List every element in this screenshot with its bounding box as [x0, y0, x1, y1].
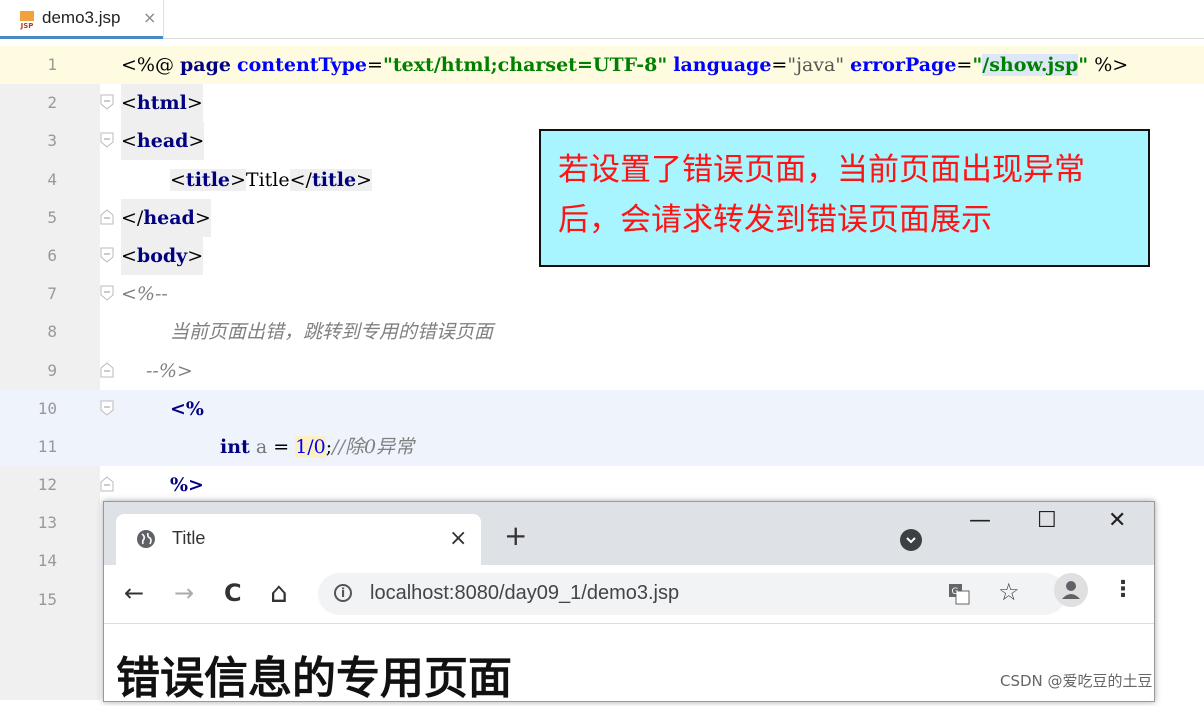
address-bar[interactable]: i localhost:8080/day09_1/demo3.jsp G ☆	[318, 573, 1066, 615]
fold-icon[interactable]	[100, 247, 114, 263]
line-number: 8	[47, 322, 57, 342]
code-text: int a = 1/0;//除0异常	[220, 435, 415, 458]
code-line-8: 8 当前页面出错，跳转到专用的错误页面	[0, 313, 1204, 351]
watermark: CSDN @爱吃豆的土豆	[1000, 672, 1153, 690]
line-number: 14	[37, 551, 57, 571]
browser-tab-label: Title	[172, 528, 206, 548]
back-button[interactable]: ←	[124, 579, 144, 607]
line-number: 11	[37, 436, 57, 456]
close-tab-icon[interactable]: ×	[449, 526, 467, 551]
line-number: 4	[47, 169, 57, 189]
line-number: 6	[47, 245, 57, 265]
fold-icon[interactable]	[100, 400, 114, 416]
browser-toolbar: ← → C ⌂ i localhost:8080/day09_1/demo3.j…	[104, 565, 1154, 624]
code-text: <body>	[121, 236, 204, 275]
home-button[interactable]: ⌂	[270, 579, 288, 607]
profile-avatar[interactable]	[1054, 573, 1088, 607]
info-icon[interactable]: i	[334, 584, 352, 602]
line-number: 5	[47, 207, 57, 227]
tab-demo3-jsp[interactable]: JSP demo3.jsp ×	[0, 0, 164, 39]
url-text: localhost:8080/day09_1/demo3.jsp	[370, 582, 680, 604]
reload-button[interactable]: C	[224, 579, 242, 607]
line-number: 9	[47, 360, 57, 380]
fold-icon[interactable]	[100, 285, 114, 301]
fold-icon[interactable]	[100, 361, 114, 378]
code-line-1: 1 <%@ page contentType="text/html;charse…	[0, 46, 1204, 85]
code-comment: 当前页面出错，跳转到专用的错误页面	[170, 321, 494, 344]
svg-text:JSP: JSP	[20, 22, 34, 30]
page-heading: 错误信息的专用页面	[116, 653, 512, 704]
close-window-button[interactable]: ✕	[1108, 508, 1126, 533]
code-text: <title>Title</title>	[170, 168, 372, 191]
svg-text:G: G	[952, 587, 959, 597]
line-number: 15	[37, 589, 57, 609]
line-number: 12	[37, 475, 57, 495]
code-line-10: 10 <%	[0, 389, 1204, 428]
fold-icon[interactable]	[100, 209, 114, 225]
line-number: 1	[47, 55, 57, 74]
browser-page-content: 错误信息的专用页面	[104, 624, 1154, 704]
fold-icon[interactable]	[100, 94, 114, 110]
code-line-2: 2 <html>	[0, 84, 1204, 123]
maximize-button[interactable]: ☐	[1037, 508, 1057, 533]
code-text: <html>	[121, 84, 203, 123]
code-text: <%@ page contentType="text/html;charset=…	[121, 54, 1129, 76]
bookmark-star-icon[interactable]: ☆	[998, 578, 1020, 606]
annotation-callout: 若设置了错误页面，当前页面出现异常后，会请求转发到错误页面展示	[539, 129, 1150, 267]
browser-window: Title × + — ☐ ✕ ← → C ⌂ i localhost:8080…	[103, 501, 1155, 704]
browser-menu-icon[interactable]: ⋮	[1112, 577, 1134, 602]
code-line-11: 11 int a = 1/0;//除0异常	[0, 427, 1204, 467]
tab-label: demo3.jsp	[42, 8, 121, 27]
fold-icon[interactable]	[100, 132, 114, 149]
tab-close-icon[interactable]: ×	[143, 8, 156, 27]
jsp-file-icon: JSP	[18, 11, 36, 30]
code-line-9: 9 --%>	[0, 352, 1204, 390]
tab-search-icon[interactable]	[900, 529, 922, 551]
forward-button[interactable]: →	[174, 579, 194, 607]
line-number: 3	[47, 131, 57, 151]
translate-icon[interactable]: G	[948, 583, 970, 605]
annotation-text: 若设置了错误页面，当前页面出现异常后，会请求转发到错误页面展示	[558, 152, 1085, 238]
browser-tab-strip: Title × + — ☐ ✕	[104, 502, 1154, 565]
fold-icon[interactable]	[100, 476, 114, 492]
new-tab-button[interactable]: +	[504, 522, 527, 550]
code-text: </head>	[121, 198, 211, 237]
code-line-12: 12 %>	[0, 466, 1204, 504]
line-number: 10	[37, 398, 57, 418]
line-number: 2	[47, 93, 57, 113]
minimize-button[interactable]: —	[969, 508, 991, 533]
line-number: 7	[47, 284, 57, 304]
scriptlet-open: <%	[170, 397, 204, 420]
line-number: 13	[37, 513, 57, 533]
browser-tab-title[interactable]: Title ×	[116, 514, 481, 565]
editor-tab-bar: JSP demo3.jsp ×	[0, 0, 1204, 39]
code-text: <head>	[121, 122, 205, 161]
code-line-7: 7 <%--	[0, 275, 1204, 313]
scriptlet-close: %>	[170, 474, 204, 497]
globe-icon	[137, 530, 155, 548]
code-comment: --%>	[146, 359, 193, 382]
code-comment: <%--	[121, 283, 168, 306]
